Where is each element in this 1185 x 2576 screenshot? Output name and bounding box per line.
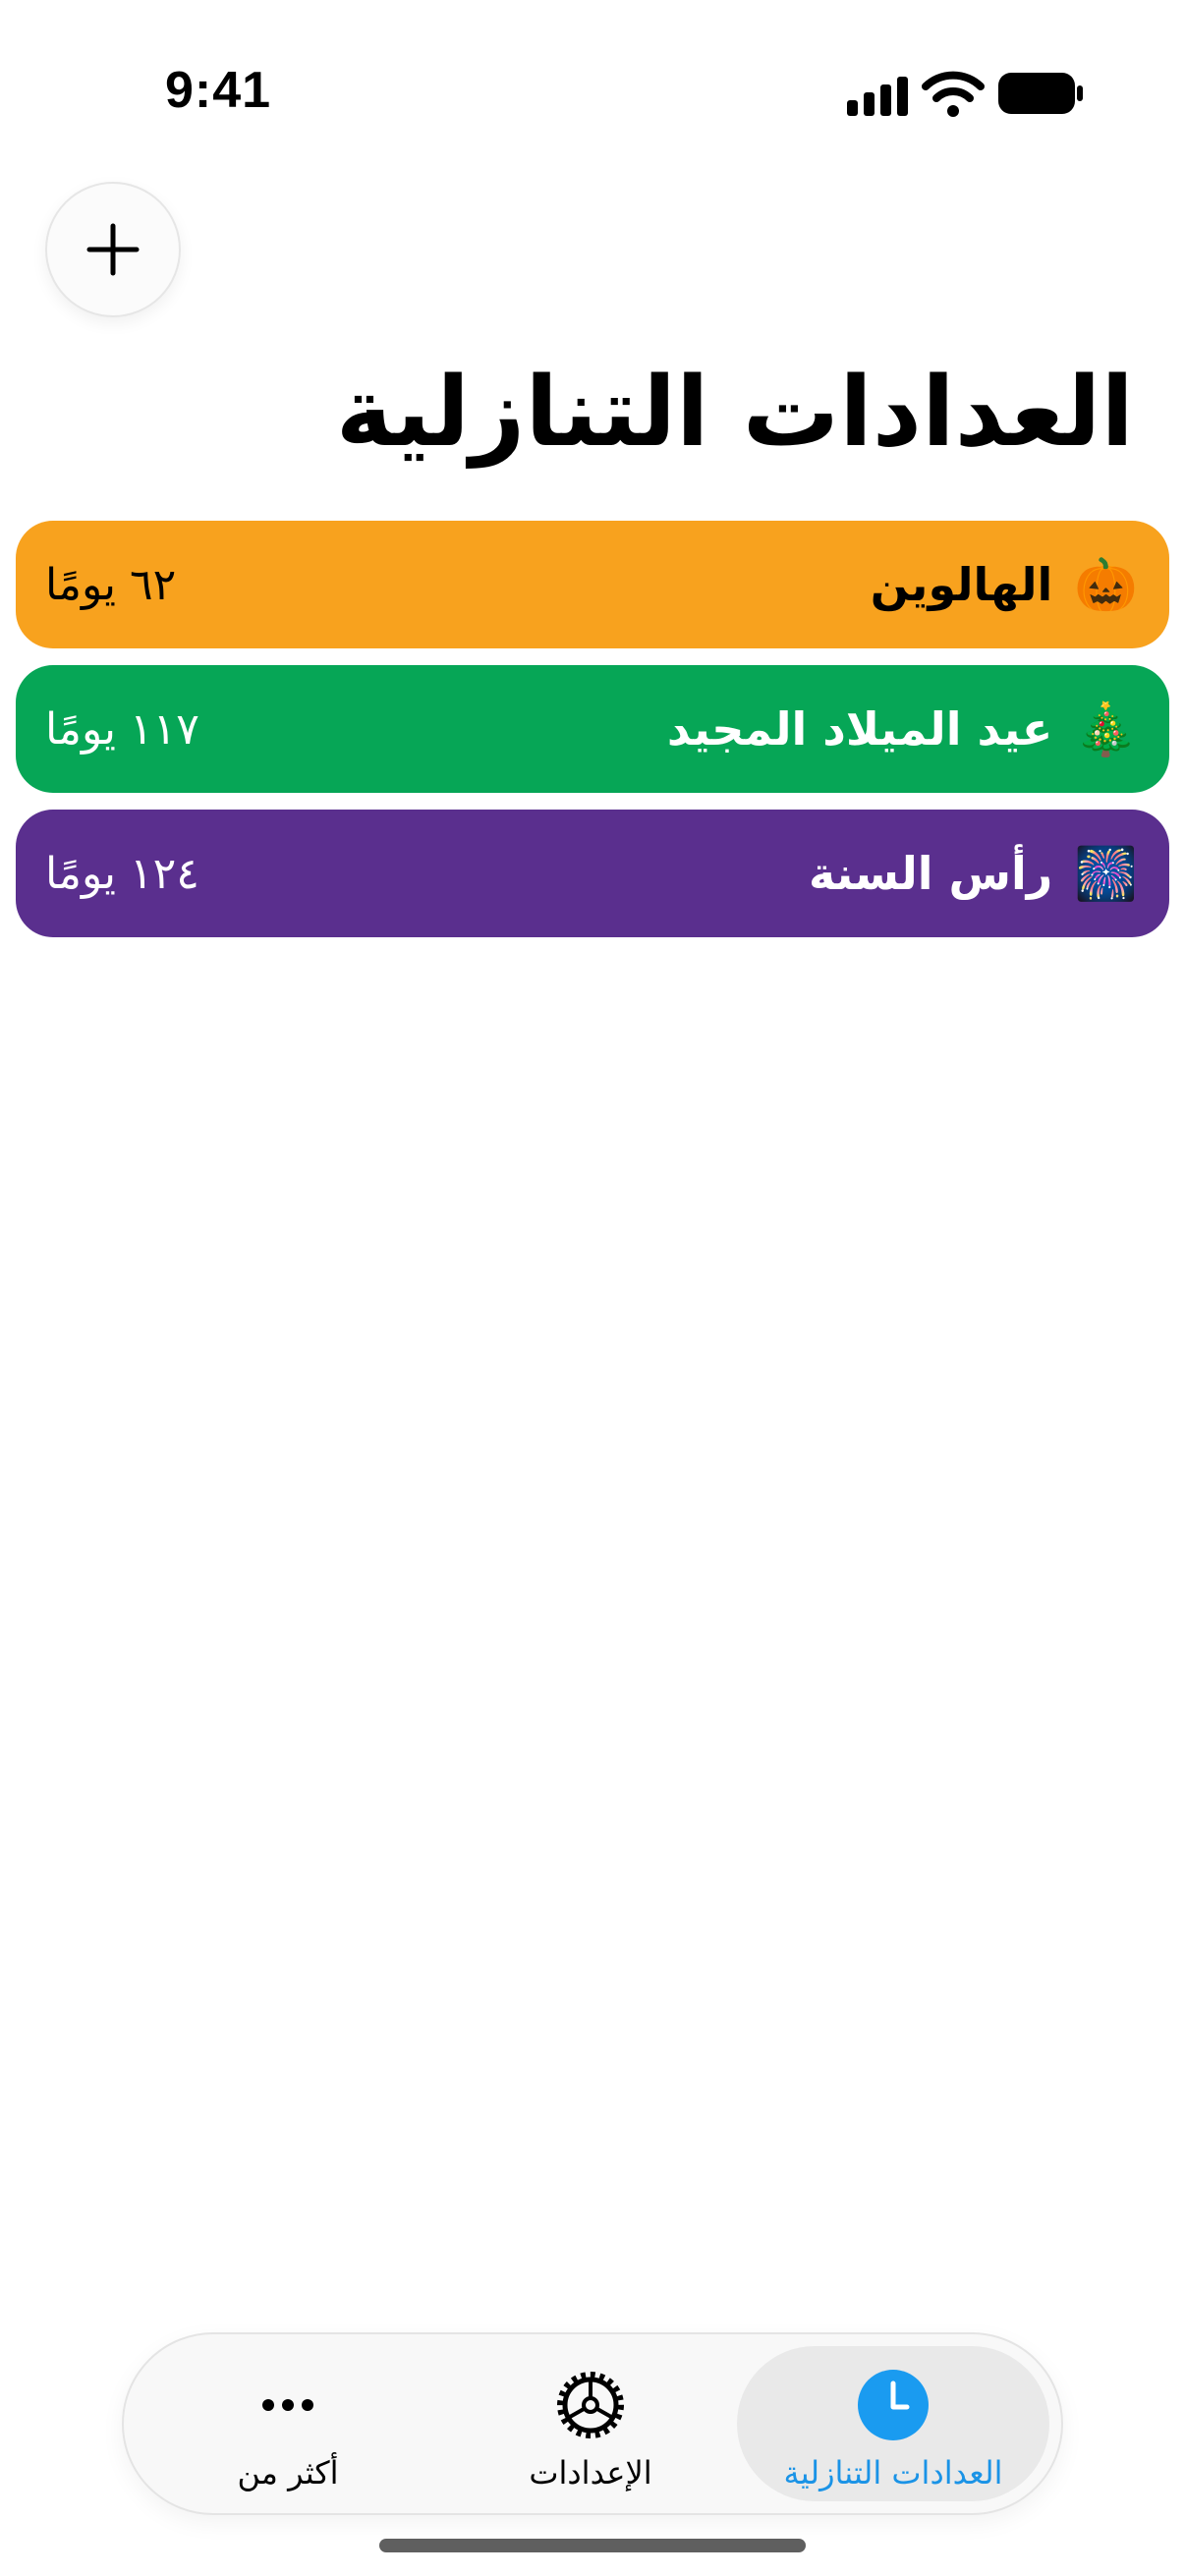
countdown-row-christmas[interactable]: 🎄 عيد الميلاد المجيد ١١٧ يومًا xyxy=(16,665,1169,793)
battery-icon xyxy=(998,73,1083,114)
wifi-icon xyxy=(922,71,985,117)
tab-more[interactable]: أكثر من xyxy=(155,2346,421,2501)
countdown-name: عيد الميلاد المجيد xyxy=(666,702,1053,756)
tab-label: أكثر من xyxy=(237,2454,339,2492)
christmas-tree-icon: 🎄 xyxy=(1074,700,1138,759)
tab-label: العدادات التنازلية xyxy=(783,2454,1003,2492)
countdown-days: ١١٧ يومًا xyxy=(45,703,199,755)
clock-icon xyxy=(858,2370,929,2440)
add-countdown-button[interactable] xyxy=(45,182,181,317)
status-bar: 9:41 xyxy=(0,0,1185,187)
tab-label: الإعدادات xyxy=(529,2454,652,2492)
plus-icon xyxy=(86,223,140,276)
page-title: العدادات التنازلية xyxy=(335,357,1134,469)
countdown-days: ٦٢ يومًا xyxy=(45,559,177,610)
countdown-row-label: 🎃 الهالوين xyxy=(871,521,1138,648)
fireworks-icon: 🎆 xyxy=(1074,844,1138,904)
cellular-signal-icon xyxy=(847,77,908,116)
countdown-days: ١٢٤ يومًا xyxy=(45,848,199,899)
pumpkin-icon: 🎃 xyxy=(1074,555,1138,615)
countdown-row-new-year[interactable]: 🎆 رأس السنة ١٢٤ يومًا xyxy=(16,810,1169,937)
countdown-name: الهالوين xyxy=(870,558,1053,611)
home-indicator xyxy=(379,2539,806,2552)
countdown-row-label: 🎄 عيد الميلاد المجيد xyxy=(667,665,1138,793)
more-icon xyxy=(262,2399,313,2411)
countdown-row-halloween[interactable]: 🎃 الهالوين ٦٢ يومًا xyxy=(16,521,1169,648)
countdown-row-label: 🎆 رأس السنة xyxy=(809,810,1138,937)
countdown-list: 🎃 الهالوين ٦٢ يومًا 🎄 عيد الميلاد المجيد… xyxy=(16,521,1169,954)
tab-countdowns[interactable]: العدادات التنازلية xyxy=(737,2346,1049,2501)
tab-bar: العدادات التنازلية الإعدادات أكثر من xyxy=(122,2332,1063,2515)
tab-settings[interactable]: الإعدادات xyxy=(448,2346,733,2501)
gear-icon xyxy=(557,2372,624,2438)
countdown-name: رأس السنة xyxy=(808,847,1053,900)
status-time: 9:41 xyxy=(165,62,272,119)
